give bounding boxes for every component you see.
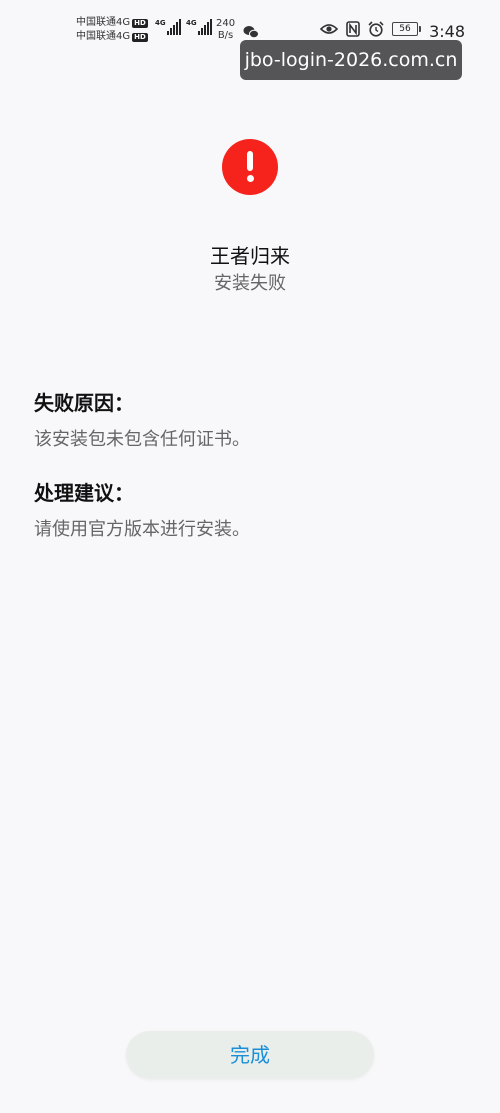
hd-badge: HD — [132, 32, 148, 42]
suggestion-heading: 处理建议： — [34, 481, 134, 505]
signal-strength-2: 4G — [186, 19, 212, 35]
network-speed-unit: B/s — [217, 30, 234, 41]
failure-reason-heading: 失败原因： — [34, 391, 134, 415]
network-speed-value: 240 — [216, 18, 236, 29]
signal-2-network-label: 4G — [186, 19, 197, 27]
battery-icon: 56 — [392, 22, 421, 36]
url-watermark: jbo-login-2026.com.cn — [240, 40, 462, 80]
failure-reason-text: 该安装包未包含任何证书。 — [34, 429, 250, 450]
carrier-2-label: 中国联通4G — [76, 31, 131, 42]
wechat-icon — [243, 26, 259, 39]
signal-1-network-label: 4G — [155, 19, 166, 27]
alarm-icon — [368, 21, 384, 37]
signal-strength-1: 4G — [155, 19, 181, 35]
signal-bars-icon — [197, 19, 212, 35]
nfc-icon — [346, 21, 360, 37]
battery-level: 56 — [399, 24, 411, 34]
install-status-text: 安装失败 — [214, 273, 286, 294]
signal-bars-icon — [166, 19, 181, 35]
done-button[interactable]: 完成 — [126, 1031, 374, 1079]
carrier-1-label: 中国联通4G — [76, 17, 131, 28]
eye-icon — [320, 24, 338, 34]
network-speed: 240 B/s — [216, 18, 235, 42]
carrier-info: 中国联通4G HD 中国联通4G HD — [76, 16, 148, 44]
suggestion-text: 请使用官方版本进行安装。 — [34, 519, 250, 540]
alert-icon — [222, 139, 278, 195]
status-time: 3:48 — [429, 22, 465, 41]
app-name: 王者归来 — [210, 244, 290, 268]
hd-badge: HD — [132, 18, 148, 28]
